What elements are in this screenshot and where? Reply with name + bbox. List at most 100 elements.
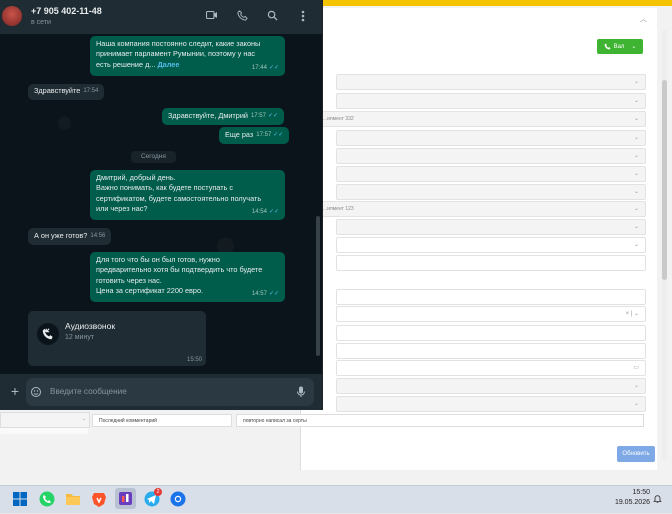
last-comment-label: Последний комментарий — [92, 414, 232, 427]
whatsapp-app-icon[interactable] — [38, 490, 56, 508]
chevron-down-icon: ⌄ — [633, 171, 639, 177]
sticker-emoji-icon[interactable] — [30, 386, 42, 398]
message-outgoing[interactable]: Дмитрий, добрый день. Важно понимать, ка… — [90, 170, 285, 220]
message-time: 17:44 — [251, 64, 267, 71]
message-placeholder: Введите сообщение — [50, 387, 127, 396]
telegram-unread-badge: 2 — [154, 488, 162, 496]
phone-icon[interactable] — [235, 10, 249, 24]
call-title: Аудиозвонок — [65, 321, 116, 331]
crm-field[interactable]: ⌄ — [336, 148, 646, 164]
chevron-down-icon: ⌄ — [633, 206, 639, 212]
crm-date-field[interactable]: ▭ — [336, 360, 646, 376]
crm-accent-bar — [322, 0, 672, 6]
browser-app-icon[interactable] — [169, 490, 187, 508]
crm-field[interactable] — [336, 289, 646, 305]
last-comment-value[interactable]: повторно написал за серты — [236, 414, 644, 427]
crm-field[interactable]: ⌄ — [336, 396, 646, 412]
crm-select[interactable]: × | ⌄ — [336, 306, 646, 322]
message-time: 14:57 — [251, 290, 267, 297]
chevron-down-icon: ⌄ — [631, 44, 637, 50]
whatsapp-window: +7 905 402-11-48 в сети Наша компания по… — [0, 0, 323, 410]
crm-scrollbar-thumb[interactable] — [662, 80, 667, 280]
incoming-call-icon — [37, 323, 59, 345]
bitrix-app-icon — [119, 492, 132, 505]
taskbar: 2 15:50 19.05.2026 — [0, 485, 672, 513]
windows-start-icon[interactable] — [11, 490, 29, 508]
crm-field[interactable]: ⌄ — [336, 74, 646, 90]
crm-field[interactable]: ⌄ — [336, 93, 646, 109]
clock-time[interactable]: 15:50 — [626, 489, 650, 496]
message-text: Здравствуйте — [34, 85, 81, 95]
audio-call-card[interactable]: Аудиозвонок 12 минут 15:50 — [28, 311, 206, 366]
read-ticks-icon: ✓✓ — [268, 290, 279, 297]
microphone-icon[interactable] — [296, 386, 306, 398]
message-text: Здравствуйте, Дмитрий — [168, 110, 248, 120]
chevron-down-icon: ⌄ — [633, 116, 639, 122]
chevron-down-icon: ⌄ — [633, 224, 639, 230]
chevron-down-icon: ⌄ — [633, 189, 639, 195]
contact-status: в сети — [31, 19, 51, 26]
video-call-icon[interactable] — [205, 10, 219, 24]
more-options-icon[interactable] — [296, 10, 310, 24]
read-more-link[interactable]: Далее — [157, 60, 179, 69]
call-duration: 12 минут — [65, 334, 95, 341]
crm-save-button[interactable]: Обновить — [617, 446, 655, 462]
read-ticks-icon: ✓✓ — [273, 131, 284, 138]
message-outgoing[interactable]: Еще раз 17:57 ✓✓ — [219, 127, 290, 144]
avatar[interactable] — [2, 6, 22, 26]
crm-field[interactable]: ...ипмент 332 ⌄ — [322, 111, 646, 127]
message-outgoing[interactable]: Наша компания постоянно следит, какие за… — [90, 36, 285, 76]
message-outgoing[interactable]: Здравствуйте, Дмитрий 17:57 ✓✓ — [162, 108, 285, 125]
brave-browser-icon[interactable] — [90, 490, 108, 508]
crm-field[interactable]: ⌄ — [336, 130, 646, 146]
notification-bell-icon[interactable] — [653, 494, 662, 504]
call-time: 15:50 — [186, 357, 202, 363]
clear-chevron-icon: × | ⌄ — [625, 311, 639, 317]
crm-field[interactable]: ⌄ — [336, 184, 646, 200]
chat-header[interactable]: +7 905 402-11-48 в сети — [0, 0, 322, 34]
crm-field[interactable] — [336, 325, 646, 341]
crm-left-field[interactable]: ⌄ — [0, 412, 90, 428]
search-icon[interactable] — [265, 10, 279, 24]
chat-scrollbar[interactable] — [316, 36, 320, 366]
active-app-highlight[interactable] — [115, 488, 136, 509]
crm-field[interactable]: ⌄ — [336, 166, 646, 182]
crm-field[interactable] — [336, 343, 646, 359]
file-explorer-icon[interactable] — [64, 490, 82, 508]
contact-name: +7 905 402-11-48 — [31, 6, 102, 16]
read-ticks-icon: ✓✓ — [268, 208, 279, 215]
crm-call-button[interactable]: Вал ⌄ — [597, 39, 643, 54]
crm-call-label: Вал — [613, 43, 625, 50]
chevron-down-icon: ⌄ — [81, 416, 86, 422]
crm-field[interactable]: ⌄ — [336, 219, 646, 235]
crm-field[interactable] — [336, 255, 646, 271]
message-text: Еще раз — [225, 129, 254, 139]
chevron-down-icon: ⌄ — [633, 242, 639, 248]
clock-date[interactable]: 19.05.2026 — [608, 499, 650, 506]
crm-field[interactable]: ⌄ — [336, 378, 646, 394]
message-incoming[interactable]: А он уже готов? 14:56 — [28, 228, 112, 245]
chevron-down-icon: ⌄ — [633, 153, 639, 159]
message-incoming[interactable]: Здравствуйте 17:54 — [28, 84, 105, 100]
message-text: А он уже готов? — [34, 230, 88, 240]
attach-plus-icon[interactable]: + — [8, 382, 22, 400]
chat-scrollbar-thumb[interactable] — [316, 216, 320, 356]
crm-scrollbar[interactable] — [662, 30, 667, 460]
message-time: 14:56 — [90, 232, 106, 239]
chevron-down-icon: ⌄ — [633, 135, 639, 141]
message-input[interactable]: Введите сообщение — [26, 378, 314, 406]
message-time: 14:54 — [251, 208, 267, 215]
message-composer: + Введите сообщение — [0, 374, 322, 410]
message-outgoing[interactable]: Для того что бы он был готов, нужно пред… — [90, 252, 285, 302]
crm-field[interactable]: ...ипмент 123 ⌄ — [322, 201, 646, 217]
collapse-chevron-icon[interactable]: ︿ — [640, 14, 647, 24]
message-time: 17:57 — [250, 112, 266, 119]
date-separator: Сегодня — [131, 151, 176, 163]
crm-left-field-2 — [0, 428, 88, 434]
crm-field-text: ...ипмент 123 — [323, 206, 354, 212]
message-time: 17:57 — [256, 131, 272, 138]
message-time: 17:54 — [83, 87, 99, 94]
read-ticks-icon: ✓✓ — [267, 112, 279, 119]
crm-field[interactable]: ⌄ — [336, 237, 646, 253]
chevron-down-icon: ⌄ — [633, 79, 639, 85]
